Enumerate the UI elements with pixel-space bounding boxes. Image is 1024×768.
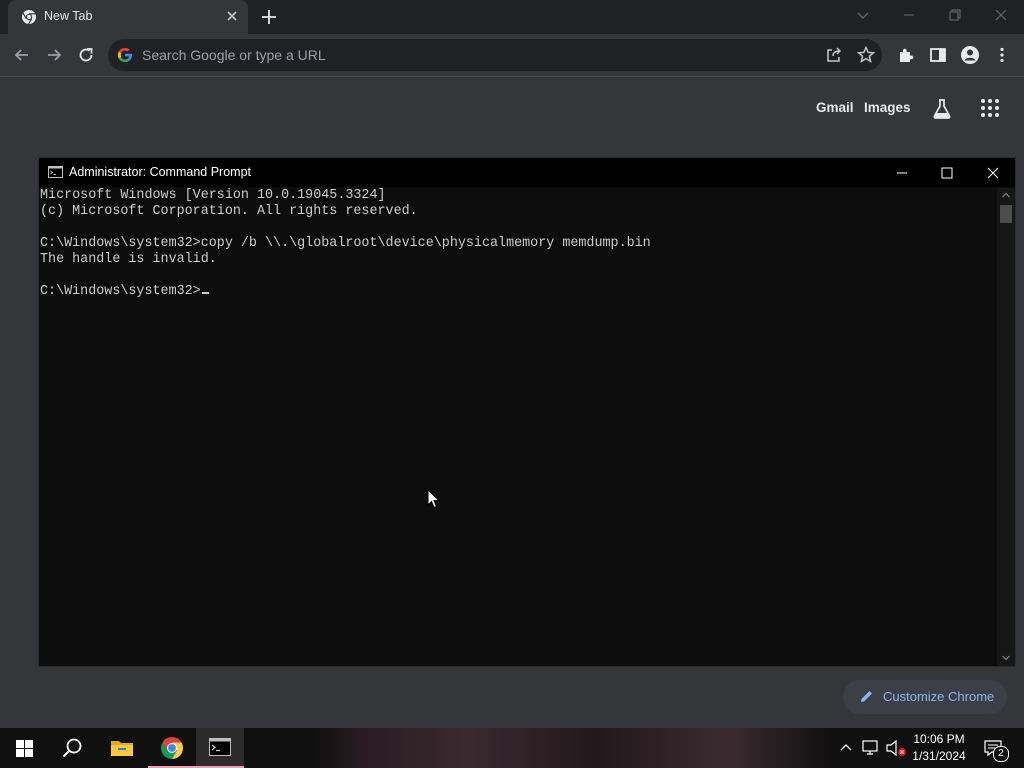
chrome-icon (161, 737, 183, 759)
customize-chrome-label: Customize Chrome (883, 689, 995, 704)
taskbar-command-prompt[interactable] (196, 728, 244, 768)
windows-start-icon (16, 740, 33, 757)
google-g-icon (118, 48, 132, 62)
apps-grid-icon[interactable] (980, 98, 1000, 118)
cmd-title-bar[interactable]: Administrator: Command Prompt (39, 158, 1015, 187)
labs-flask-icon[interactable] (931, 97, 953, 121)
close-window-icon[interactable] (990, 6, 1012, 24)
close-icon[interactable] (224, 8, 240, 24)
clock-time: 10:06 PM (913, 732, 965, 746)
start-button[interactable] (0, 728, 48, 768)
clock-date: 1/31/2024 (912, 749, 966, 763)
notification-count-badge: 2 (993, 746, 1009, 762)
taskbar-search-button[interactable] (48, 728, 96, 768)
gmail-link[interactable]: Gmail (816, 100, 854, 115)
address-bar-input[interactable] (142, 39, 782, 71)
cmd-close-icon[interactable] (983, 163, 1003, 183)
images-link[interactable]: Images (864, 100, 911, 115)
scroll-down-arrow-icon[interactable] (1001, 654, 1011, 662)
console-line: C:\Windows\system32>copy /b \\.\globalro… (40, 236, 651, 251)
network-icon[interactable] (861, 739, 881, 756)
search-icon (62, 738, 82, 758)
speaker-muted-icon[interactable] (885, 739, 907, 757)
pencil-icon (861, 691, 872, 702)
tab-new-tab[interactable]: New Tab (8, 0, 248, 34)
command-prompt-window[interactable]: Administrator: Command Prompt Microsoft … (38, 157, 1016, 667)
console-line: The handle is invalid. (40, 252, 217, 267)
taskbar-wallpaper-region (312, 728, 832, 768)
reload-icon[interactable] (76, 45, 96, 65)
tab-title: New Tab (44, 9, 93, 23)
taskbar-chrome[interactable] (148, 728, 196, 768)
customize-chrome-button[interactable]: Customize Chrome (843, 680, 1007, 714)
command-prompt-icon (209, 738, 231, 756)
forward-arrow-icon[interactable] (44, 45, 64, 65)
omnibox[interactable] (108, 39, 882, 71)
plus-icon[interactable] (259, 7, 279, 27)
scroll-thumb[interactable] (1000, 205, 1012, 223)
console-prompt: C:\Windows\system32> (40, 284, 201, 299)
star-icon[interactable] (856, 45, 876, 65)
extensions-icon[interactable] (896, 45, 916, 65)
kebab-menu-icon[interactable] (992, 45, 1012, 65)
cmd-maximize-icon[interactable] (937, 163, 957, 183)
side-panel-icon[interactable] (928, 45, 948, 65)
tab-search-chevron-icon[interactable] (852, 6, 874, 24)
console-prompt-line[interactable]: C:\Windows\system32> (40, 284, 209, 300)
tab-strip: New Tab (0, 0, 1024, 34)
restore-icon[interactable] (944, 6, 966, 24)
share-icon[interactable] (824, 45, 844, 65)
system-clock[interactable]: 10:06 PM 1/31/2024 (908, 731, 970, 765)
cmd-minimize-icon[interactable] (892, 163, 912, 183)
browser-toolbar (0, 34, 1024, 77)
scroll-up-arrow-icon[interactable] (1001, 191, 1011, 199)
back-arrow-icon[interactable] (12, 45, 32, 65)
file-explorer-icon (111, 741, 133, 756)
taskbar-file-explorer[interactable] (98, 728, 146, 768)
windows-taskbar: 10:06 PM 1/31/2024 2 (0, 728, 1024, 768)
console-line: (c) Microsoft Corporation. All rights re… (40, 204, 418, 219)
console-line: Microsoft Windows [Version 10.0.19045.33… (40, 188, 386, 203)
console-scrollbar[interactable] (997, 188, 1015, 666)
chevron-up-icon[interactable] (839, 741, 853, 753)
cmd-window-title: Administrator: Command Prompt (69, 165, 252, 179)
mouse-cursor-icon (427, 489, 440, 509)
chrome-favicon-icon (22, 10, 36, 25)
command-prompt-icon (48, 166, 63, 178)
console-output[interactable]: Microsoft Windows [Version 10.0.19045.33… (39, 188, 997, 666)
text-cursor (201, 292, 209, 294)
profile-icon[interactable] (960, 45, 980, 65)
minimize-icon[interactable] (898, 6, 920, 24)
